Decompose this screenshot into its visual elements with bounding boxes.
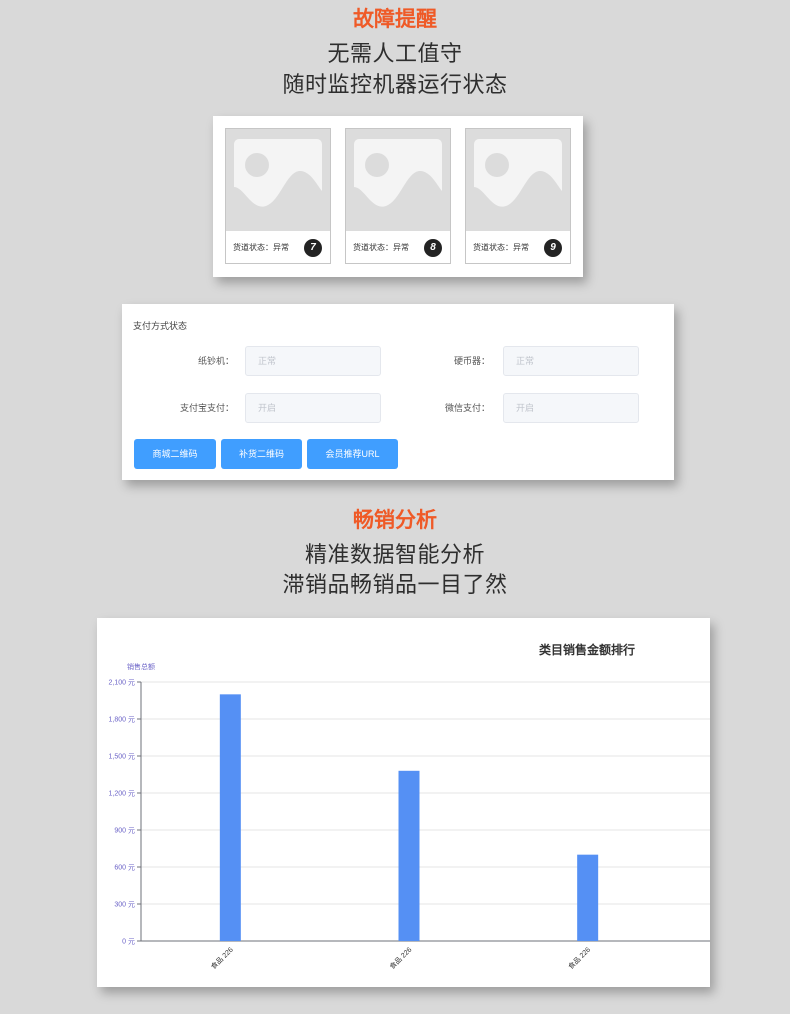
payment-status-title: 支付方式状态: [133, 321, 188, 331]
bar-chart: 类目销售金额排行 销售总额 0 元 300 元 600 元 900 元 1,200 元 1…: [109, 642, 710, 971]
wechat-pay-label: 微信支付：: [444, 403, 490, 413]
y-tick-label: 1,200 元: [109, 790, 135, 798]
bar: [577, 854, 599, 941]
image-placeholder-icon: [466, 129, 570, 231]
slot-footer: 货道状态：异常 9: [466, 231, 570, 263]
coin-acceptor-field: 正常: [503, 346, 639, 376]
slot-number-badge: 7: [304, 239, 322, 257]
member-referral-url-button[interactable]: 会员推荐URL: [307, 439, 398, 469]
sales-chart-card: 类目销售金额排行 销售总额 0 元 300 元 600 元 900 元 1,200 元 1…: [97, 618, 710, 987]
slot-status-text: 货道状态：异常: [353, 243, 409, 252]
page: { "colors": { "accent": "#ef5a27", "prim…: [0, 0, 790, 1014]
restock-qrcode-button[interactable]: 补货二维码: [221, 439, 302, 469]
slot-item: 货道状态：异常 7: [225, 128, 331, 264]
alipay-field: 开启: [245, 393, 381, 423]
sales-analysis-title: 畅销分析: [353, 509, 437, 532]
slot-footer: 货道状态：异常 7: [226, 231, 330, 263]
slot-item: 货道状态：异常 9: [465, 128, 571, 264]
bar: [398, 770, 420, 941]
slot-status-text: 货道状态：异常: [233, 243, 289, 252]
bill-acceptor-field: 正常: [245, 346, 381, 376]
slot-status-card: 货道状态：异常 7 货道状态：异常 8 货道状态：异常 9: [213, 116, 583, 277]
slot-status-text: 货道状态：异常: [473, 243, 529, 252]
sales-analysis-line-1: 精准数据智能分析: [304, 542, 485, 567]
slot-footer: 货道状态：异常 8: [346, 231, 450, 263]
y-tick-label: 0 元: [122, 938, 135, 946]
chart-title: 类目销售金额排行: [539, 642, 635, 657]
payment-status-card: 支付方式状态 纸钞机： 正常 硬币器： 正常 支付宝支付： 开启 微信支付： 开…: [122, 304, 674, 480]
wechat-pay-field: 开启: [503, 393, 639, 423]
x-tick-label: 食品 226: [566, 945, 592, 971]
slot-number-badge: 9: [544, 239, 562, 257]
alipay-label: 支付宝支付：: [179, 403, 234, 413]
bar: [219, 694, 241, 941]
fault-alert-line-1: 无需人工值守: [327, 41, 463, 66]
y-tick-label: 1,500 元: [109, 753, 135, 761]
coin-acceptor-label: 硬币器：: [453, 356, 490, 366]
slot-number-badge: 8: [424, 239, 442, 257]
y-axis-label: 销售总额: [127, 662, 155, 671]
y-tick-label: 2,100 元: [109, 679, 135, 687]
y-tick-label: 300 元: [114, 901, 135, 909]
y-tick-label: 600 元: [114, 864, 135, 872]
x-tick-label: 食品 226: [209, 945, 235, 971]
fault-alert-line-2: 随时监控机器运行状态: [282, 72, 508, 97]
sales-analysis-line-2: 滞销品畅销品一目了然: [282, 572, 508, 597]
image-placeholder-icon: [226, 129, 330, 231]
mall-qrcode-button[interactable]: 商城二维码: [134, 439, 216, 469]
x-tick-label: 食品 226: [388, 945, 414, 971]
y-tick-label: 900 元: [114, 827, 135, 835]
fault-alert-title: 故障提醒: [353, 8, 437, 31]
slot-item: 货道状态：异常 8: [345, 128, 451, 264]
bill-acceptor-label: 纸钞机：: [197, 356, 234, 366]
image-placeholder-icon: [346, 129, 450, 231]
y-tick-label: 1,800 元: [109, 716, 135, 724]
